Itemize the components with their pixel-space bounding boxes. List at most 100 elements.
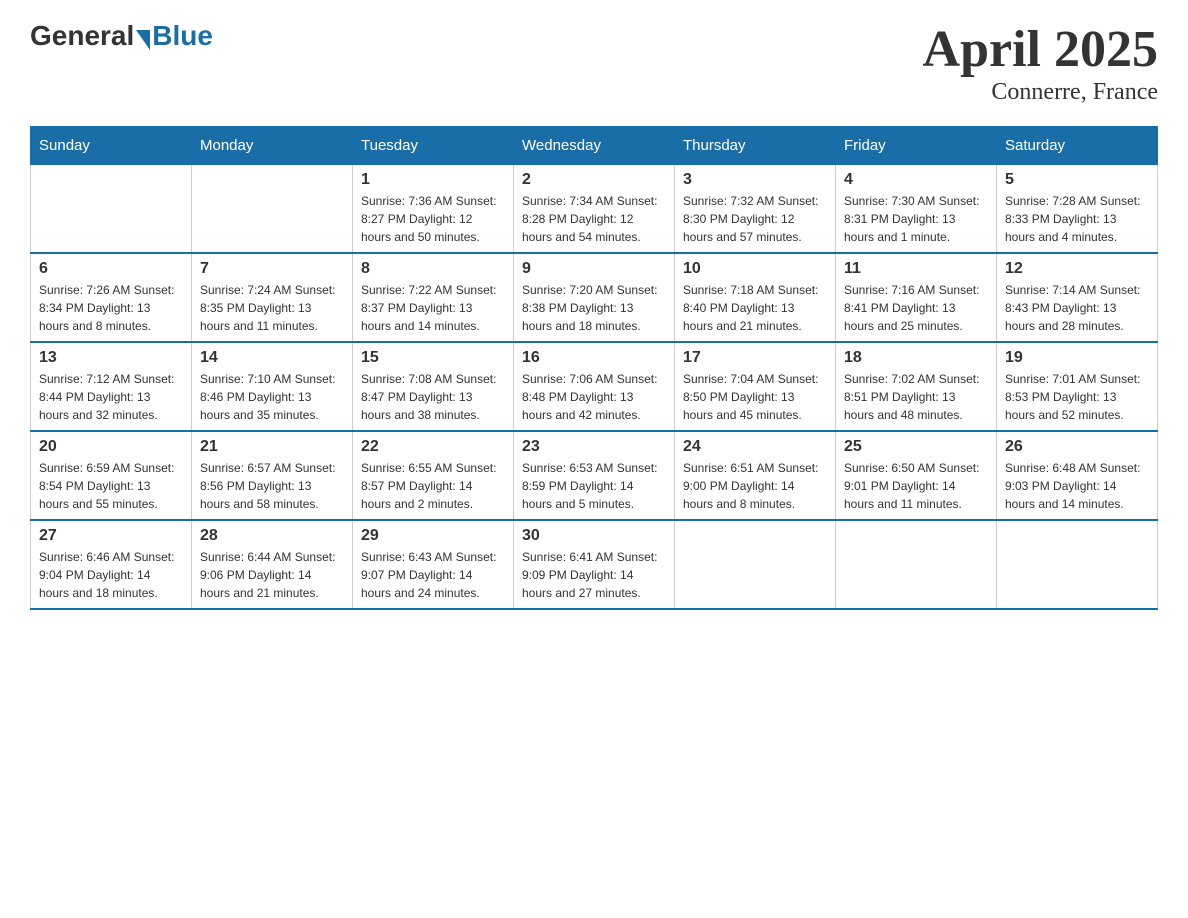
calendar-cell [997,520,1158,609]
calendar-cell: 19Sunrise: 7:01 AM Sunset: 8:53 PM Dayli… [997,342,1158,431]
header-sunday: Sunday [31,127,192,165]
day-number: 18 [844,349,988,367]
day-info: Sunrise: 6:50 AM Sunset: 9:01 PM Dayligh… [844,459,988,513]
calendar-cell: 13Sunrise: 7:12 AM Sunset: 8:44 PM Dayli… [31,342,192,431]
day-number: 28 [200,527,344,545]
calendar-cell: 8 Sunrise: 7:22 AM Sunset: 8:37 PM Daylig… [353,253,514,342]
day-number: 2 [522,171,666,189]
day-number: 24 [683,438,827,456]
calendar-cell: 20Sunrise: 6:59 AM Sunset: 8:54 PM Dayli… [31,431,192,520]
day-info: Sunrise: 6:57 AM Sunset: 8:56 PM Dayligh… [200,459,344,513]
day-info: Sunrise: 6:51 AM Sunset: 9:00 PM Dayligh… [683,459,827,513]
calendar-cell: 1 Sunrise: 7:36 AM Sunset: 8:27 PM Daylig… [353,165,514,254]
day-info: Sunrise: 6:55 AM Sunset: 8:57 PM Dayligh… [361,459,505,513]
calendar-cell: 11Sunrise: 7:16 AM Sunset: 8:41 PM Dayli… [836,253,997,342]
day-number: 12 [1005,260,1149,278]
calendar-cell: 2Sunrise: 7:34 AM Sunset: 8:28 PM Daylig… [514,165,675,254]
day-info: Sunrise: 6:53 AM Sunset: 8:59 PM Dayligh… [522,459,666,513]
header-monday: Monday [192,127,353,165]
calendar-cell: 28Sunrise: 6:44 AM Sunset: 9:06 PM Dayli… [192,520,353,609]
page-header: General Blue April 2025 Connerre, France [30,20,1158,106]
calendar-cell: 23 Sunrise: 6:53 AM Sunset: 8:59 PM Dayli… [514,431,675,520]
calendar-cell [675,520,836,609]
week-row-3: 13Sunrise: 7:12 AM Sunset: 8:44 PM Dayli… [31,342,1158,431]
day-number: 15 [361,349,505,367]
calendar-cell: 15 Sunrise: 7:08 AM Sunset: 8:47 PM Dayli… [353,342,514,431]
logo-blue-text: Blue [152,20,213,52]
day-info: Sunrise: 6:46 AM Sunset: 9:04 PM Dayligh… [39,548,183,602]
day-number: 1 [361,171,505,189]
day-number: 22 [361,438,505,456]
day-number: 16 [522,349,666,367]
day-number: 21 [200,438,344,456]
day-info: Sunrise: 6:43 AM Sunset: 9:07 PM Dayligh… [361,548,505,602]
day-number: 30 [522,527,666,545]
day-number: 6 [39,260,183,278]
day-info: Sunrise: 7:02 AM Sunset: 8:51 PM Dayligh… [844,370,988,424]
week-row-1: 1 Sunrise: 7:36 AM Sunset: 8:27 PM Daylig… [31,165,1158,254]
calendar-location: Connerre, France [923,79,1158,106]
week-row-4: 20Sunrise: 6:59 AM Sunset: 8:54 PM Dayli… [31,431,1158,520]
title-section: April 2025 Connerre, France [923,20,1158,106]
day-info: Sunrise: 7:22 AM Sunset: 8:37 PM Dayligh… [361,281,505,335]
day-number: 23 [522,438,666,456]
day-info: Sunrise: 7:18 AM Sunset: 8:40 PM Dayligh… [683,281,827,335]
calendar-cell [31,165,192,254]
calendar-cell: 29 Sunrise: 6:43 AM Sunset: 9:07 PM Dayli… [353,520,514,609]
day-number: 17 [683,349,827,367]
day-number: 5 [1005,171,1149,189]
day-info: Sunrise: 7:16 AM Sunset: 8:41 PM Dayligh… [844,281,988,335]
calendar-cell: 27 Sunrise: 6:46 AM Sunset: 9:04 PM Dayli… [31,520,192,609]
day-info: Sunrise: 7:04 AM Sunset: 8:50 PM Dayligh… [683,370,827,424]
day-number: 9 [522,260,666,278]
calendar-cell: 22 Sunrise: 6:55 AM Sunset: 8:57 PM Dayli… [353,431,514,520]
calendar-header-row: Sunday Monday Tuesday Wednesday Thursday… [31,127,1158,165]
week-row-2: 6 Sunrise: 7:26 AM Sunset: 8:34 PM Daylig… [31,253,1158,342]
day-info: Sunrise: 7:10 AM Sunset: 8:46 PM Dayligh… [200,370,344,424]
header-friday: Friday [836,127,997,165]
day-number: 8 [361,260,505,278]
calendar-cell: 9 Sunrise: 7:20 AM Sunset: 8:38 PM Daylig… [514,253,675,342]
calendar-cell: 7 Sunrise: 7:24 AM Sunset: 8:35 PM Daylig… [192,253,353,342]
calendar-cell: 16 Sunrise: 7:06 AM Sunset: 8:48 PM Dayli… [514,342,675,431]
calendar-cell: 12Sunrise: 7:14 AM Sunset: 8:43 PM Dayli… [997,253,1158,342]
header-tuesday: Tuesday [353,127,514,165]
calendar-title: April 2025 [923,20,1158,79]
day-number: 27 [39,527,183,545]
day-info: Sunrise: 6:41 AM Sunset: 9:09 PM Dayligh… [522,548,666,602]
day-info: Sunrise: 7:32 AM Sunset: 8:30 PM Dayligh… [683,192,827,246]
calendar-cell: 3 Sunrise: 7:32 AM Sunset: 8:30 PM Daylig… [675,165,836,254]
calendar-cell: 10 Sunrise: 7:18 AM Sunset: 8:40 PM Dayli… [675,253,836,342]
day-info: Sunrise: 7:30 AM Sunset: 8:31 PM Dayligh… [844,192,988,246]
calendar-cell: 4 Sunrise: 7:30 AM Sunset: 8:31 PM Daylig… [836,165,997,254]
week-row-5: 27 Sunrise: 6:46 AM Sunset: 9:04 PM Dayli… [31,520,1158,609]
day-number: 25 [844,438,988,456]
day-info: Sunrise: 7:08 AM Sunset: 8:47 PM Dayligh… [361,370,505,424]
calendar-cell: 6 Sunrise: 7:26 AM Sunset: 8:34 PM Daylig… [31,253,192,342]
day-info: Sunrise: 6:59 AM Sunset: 8:54 PM Dayligh… [39,459,183,513]
calendar-cell: 14Sunrise: 7:10 AM Sunset: 8:46 PM Dayli… [192,342,353,431]
day-number: 7 [200,260,344,278]
header-saturday: Saturday [997,127,1158,165]
day-info: Sunrise: 7:36 AM Sunset: 8:27 PM Dayligh… [361,192,505,246]
calendar-cell: 5Sunrise: 7:28 AM Sunset: 8:33 PM Daylig… [997,165,1158,254]
calendar-cell: 25 Sunrise: 6:50 AM Sunset: 9:01 PM Dayli… [836,431,997,520]
day-number: 3 [683,171,827,189]
day-number: 4 [844,171,988,189]
logo-arrow-icon [136,30,150,50]
calendar-cell: 18 Sunrise: 7:02 AM Sunset: 8:51 PM Dayli… [836,342,997,431]
day-number: 29 [361,527,505,545]
day-info: Sunrise: 7:06 AM Sunset: 8:48 PM Dayligh… [522,370,666,424]
day-info: Sunrise: 7:26 AM Sunset: 8:34 PM Dayligh… [39,281,183,335]
day-number: 19 [1005,349,1149,367]
day-number: 13 [39,349,183,367]
day-info: Sunrise: 7:24 AM Sunset: 8:35 PM Dayligh… [200,281,344,335]
day-number: 10 [683,260,827,278]
calendar-cell: 26Sunrise: 6:48 AM Sunset: 9:03 PM Dayli… [997,431,1158,520]
logo-general-text: General [30,20,134,52]
day-info: Sunrise: 7:20 AM Sunset: 8:38 PM Dayligh… [522,281,666,335]
calendar-cell: 17 Sunrise: 7:04 AM Sunset: 8:50 PM Dayli… [675,342,836,431]
calendar-cell [836,520,997,609]
logo: General Blue [30,20,213,52]
calendar-cell: 21 Sunrise: 6:57 AM Sunset: 8:56 PM Dayli… [192,431,353,520]
